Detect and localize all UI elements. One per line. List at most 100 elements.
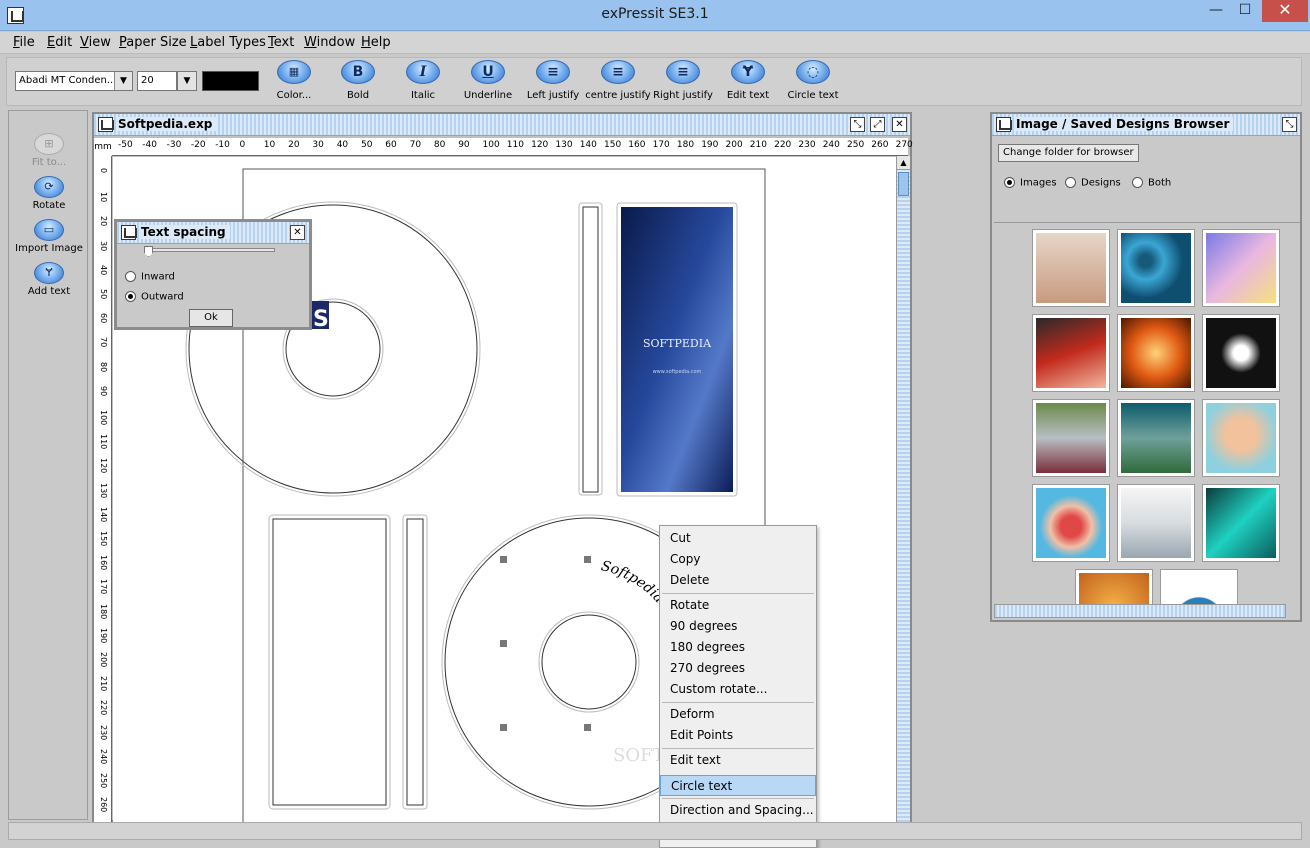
circle-text-button[interactable]: ◌ Circle text xyxy=(778,60,848,104)
menu-item-delete[interactable]: Delete xyxy=(660,570,816,591)
scroll-up-icon[interactable]: ▲ xyxy=(897,156,910,170)
menu-view[interactable]: View xyxy=(80,35,111,50)
underline-button[interactable]: U Underline xyxy=(453,60,523,104)
right-justify-button[interactable]: ≡ Right justify xyxy=(648,60,718,104)
edit-text-button[interactable]: Ɏ Edit text xyxy=(713,60,783,104)
menu-window[interactable]: Window xyxy=(304,35,355,50)
font-size-input[interactable]: 20 xyxy=(137,71,177,91)
radio-images-label: Images xyxy=(1020,177,1057,189)
centre-justify-icon: ≡ xyxy=(601,60,635,84)
thumbnail[interactable] xyxy=(1032,399,1110,477)
centre-justify-button[interactable]: ≡ centre justify xyxy=(583,60,653,104)
restore-icon[interactable]: ⤡ xyxy=(1282,117,1297,132)
spacing-slider[interactable] xyxy=(147,248,275,252)
thumbnail[interactable] xyxy=(1032,484,1110,562)
menu-item-custom-rotate[interactable]: Custom rotate... xyxy=(660,679,816,700)
menu-item-cut[interactable]: Cut xyxy=(660,528,816,549)
menu-item-circle-text[interactable]: Circle text xyxy=(660,775,816,796)
ruler-tick-label: 160 xyxy=(628,140,646,150)
document-title-bar[interactable]: Softpedia.exp ⤡ ⤢ ✕ xyxy=(94,114,910,136)
ruler-tick-label: 70 xyxy=(99,337,108,348)
thumbnail[interactable] xyxy=(1032,229,1110,307)
slider-thumb[interactable] xyxy=(144,246,153,257)
ruler-tick-label: 240 xyxy=(822,140,840,150)
vertical-scrollbar[interactable]: ▲ xyxy=(896,156,910,822)
ok-button[interactable]: Ok xyxy=(189,309,233,327)
maximize-icon[interactable]: ⤢ xyxy=(870,117,885,132)
menu-edit[interactable]: Edit xyxy=(47,35,72,50)
ruler-tick-label: 130 xyxy=(99,482,108,498)
browser-title-bar[interactable]: Image / Saved Designs Browser ⤡ xyxy=(992,114,1300,136)
ruler-tick-label: -50 xyxy=(118,140,133,150)
selection-handle[interactable] xyxy=(584,724,591,731)
thumbnail[interactable] xyxy=(1032,314,1110,392)
scroll-thumb[interactable] xyxy=(898,172,909,196)
menu-item-90-degrees[interactable]: 90 degrees xyxy=(660,616,816,637)
ruler-tick-label: 220 xyxy=(774,140,792,150)
bold-button[interactable]: B Bold xyxy=(323,60,393,104)
format-toolbar: Abadi MT Conden... ▼ 20 ▼ ▦ Color... B B… xyxy=(6,57,1302,106)
menu-bar: File Edit View Paper Size Label Types Te… xyxy=(0,32,1310,54)
menu-item-180-degrees[interactable]: 180 degrees xyxy=(660,637,816,658)
import-image-button[interactable]: ▭ Import Image xyxy=(9,219,89,254)
radio-images[interactable]: Images xyxy=(1004,177,1057,189)
selection-handle[interactable] xyxy=(500,724,507,731)
restore-icon[interactable]: ⤡ xyxy=(850,117,865,132)
radio-outward[interactable]: Outward xyxy=(125,291,184,303)
selection-handle[interactable] xyxy=(500,556,507,563)
ruler-tick-label: 260 xyxy=(99,797,108,813)
thumbnail[interactable] xyxy=(1202,484,1280,562)
menu-label-types[interactable]: Label Types xyxy=(190,35,266,50)
maximize-button[interactable]: ☐ xyxy=(1232,0,1258,22)
dialog-title-bar[interactable]: Text spacing ✕ xyxy=(117,222,309,244)
ruler-tick-label: 0 xyxy=(239,140,246,150)
left-justify-button[interactable]: ≡ Left justify xyxy=(518,60,588,104)
horizontal-scrollbar[interactable] xyxy=(994,604,1286,618)
rotate-button[interactable]: ⟳ Rotate xyxy=(9,176,89,211)
menu-file[interactable]: File xyxy=(13,35,35,50)
chevron-down-icon[interactable]: ▼ xyxy=(177,71,197,91)
ruler-tick-label: -40 xyxy=(142,140,157,150)
ruler-tick-label: 90 xyxy=(458,140,470,150)
ruler-tick-label: 230 xyxy=(99,724,108,740)
minimize-button[interactable]: — xyxy=(1203,0,1229,22)
thumbnail[interactable] xyxy=(1117,229,1195,307)
radio-both[interactable]: Both xyxy=(1132,177,1171,189)
change-folder-button[interactable]: Change folder for browser xyxy=(998,144,1139,162)
thumbnail[interactable] xyxy=(1202,229,1280,307)
ruler-tick-label: 190 xyxy=(701,140,719,150)
menu-item-rotate[interactable]: Rotate xyxy=(660,595,816,616)
italic-button[interactable]: I Italic xyxy=(388,60,458,104)
close-button[interactable]: ✕ xyxy=(1262,0,1308,22)
menu-text[interactable]: Text xyxy=(268,35,294,50)
horizontal-ruler: -50 -40 -30 -20 -10 0 10 20 30 40 50 60 70 80 90 100 110… xyxy=(112,138,913,156)
thumbnail[interactable] xyxy=(1202,399,1280,477)
chevron-down-icon[interactable]: ▼ xyxy=(114,72,132,90)
fit-to-button[interactable]: ⊞ Fit to... xyxy=(9,133,89,168)
thumbnail[interactable] xyxy=(1160,569,1238,604)
text-color-swatch[interactable] xyxy=(202,71,259,91)
thumbnail[interactable] xyxy=(1202,314,1280,392)
radio-designs[interactable]: Designs xyxy=(1065,177,1121,189)
menu-item-deform[interactable]: Deform xyxy=(660,704,816,725)
radio-inward[interactable]: Inward xyxy=(125,271,175,283)
close-icon[interactable]: ✕ xyxy=(892,117,907,132)
selection-handle[interactable] xyxy=(584,556,591,563)
add-text-button[interactable]: Ɏ Add text xyxy=(9,262,89,297)
menu-help[interactable]: Help xyxy=(361,35,391,50)
ruler-tick-label: 90 xyxy=(99,385,108,396)
selection-handle[interactable] xyxy=(500,640,507,647)
menu-item-270-degrees[interactable]: 270 degrees xyxy=(660,658,816,679)
menu-item-copy[interactable]: Copy xyxy=(660,549,816,570)
menu-item-direction-spacing[interactable]: Direction and Spacing... xyxy=(660,800,816,821)
color-button[interactable]: ▦ Color... xyxy=(259,60,329,104)
thumbnail[interactable] xyxy=(1117,399,1195,477)
font-select[interactable]: Abadi MT Conden... ▼ xyxy=(15,71,133,91)
menu-paper-size[interactable]: Paper Size xyxy=(119,35,187,50)
menu-item-edit-text[interactable]: Edit text xyxy=(660,750,816,771)
close-icon[interactable]: ✕ xyxy=(290,225,305,240)
thumbnail[interactable] xyxy=(1117,484,1195,562)
menu-item-edit-points[interactable]: Edit Points xyxy=(660,725,816,746)
thumbnail[interactable] xyxy=(1117,314,1195,392)
thumbnail[interactable] xyxy=(1075,569,1153,604)
